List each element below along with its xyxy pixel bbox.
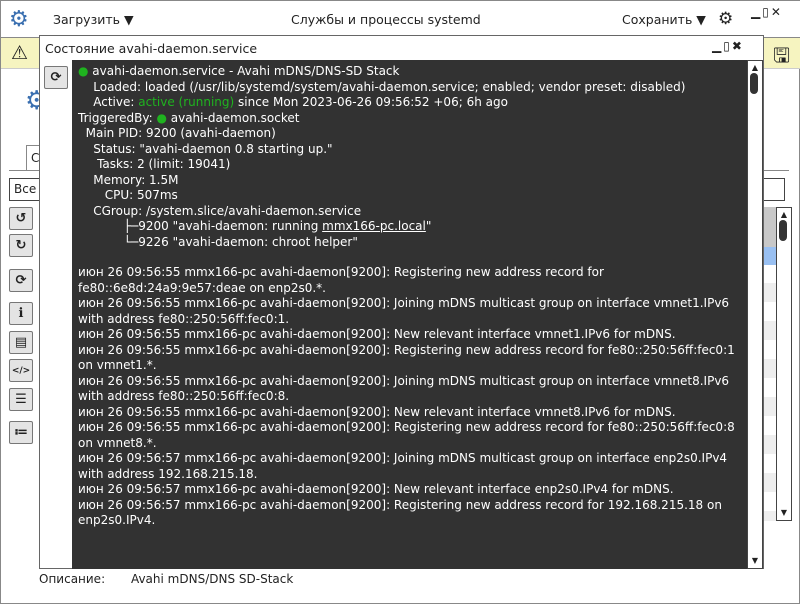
process-prefix: ├─9200 "avahi-daemon: running	[78, 219, 323, 233]
load-label: Загрузить	[53, 12, 120, 27]
document-button[interactable]: ▤	[9, 331, 33, 354]
log-line: июн 26 09:56:55 mmx166-pc avahi-daemon[9…	[78, 373, 730, 404]
log-line: июн 26 09:56:55 mmx166-pc avahi-daemon[9…	[78, 404, 676, 419]
loaded-line: Loaded: loaded (/usr/lib/systemd/system/…	[78, 79, 686, 94]
list-button[interactable]: ≔	[9, 421, 33, 444]
output-scrollbar[interactable]: ▲ ▼	[747, 60, 763, 569]
status-header: ● avahi-daemon.service - Avahi mDNS/DNS-…	[78, 64, 741, 80]
journal-log: июн 26 09:56:55 mmx166-pc avahi-daemon[9…	[78, 265, 741, 529]
load-menu[interactable]: Загрузить ▼	[53, 12, 134, 27]
reload-button[interactable]: ↻	[9, 234, 33, 257]
active-state: active (running)	[138, 95, 235, 109]
active-dot-icon: ●	[78, 64, 93, 78]
triggered-prefix: TriggeredBy:	[78, 110, 157, 125]
process-suffix: "	[425, 219, 432, 233]
title-bar: ⚙ Загрузить ▼ Службы и процессы systemd …	[1, 1, 800, 38]
save-label: Сохранить	[622, 12, 693, 27]
history-button[interactable]: ↺	[9, 207, 33, 230]
log-line: июн 26 09:56:57 mmx166-pc avahi-daemon[9…	[78, 451, 728, 481]
triggered-line: TriggeredBy: ● avahi-daemon.socket	[78, 111, 741, 127]
triggered-unit: avahi-daemon.socket	[170, 110, 300, 125]
window-title: Службы и процессы systemd	[291, 12, 481, 27]
refresh-button[interactable]: ⟳	[9, 269, 33, 292]
description-label: Описание:	[39, 572, 106, 586]
status-line: Status: "avahi-daemon 0.8 starting up."	[78, 141, 333, 156]
hostname-link[interactable]: mmx166-pc.local	[322, 219, 426, 233]
tasks-line: Tasks: 2 (limit: 19041)	[78, 157, 231, 171]
log-line: июн 26 09:56:55 mmx166-pc avahi-daemon[9…	[78, 420, 735, 450]
log-line: июн 26 09:56:57 mmx166-pc avahi-daemon[9…	[78, 482, 674, 496]
warning-icon: ⚠	[11, 42, 29, 64]
dialog-window-controls[interactable]: ▁▯✖	[712, 39, 744, 53]
reload-icon: ↻	[15, 238, 27, 253]
list-scrollbar[interactable]: ▲ ▼	[776, 207, 792, 521]
filter-value: Все	[14, 182, 37, 196]
code-file-button[interactable]: </>	[9, 359, 33, 382]
unit-header: avahi-daemon.service - Avahi mDNS/DNS-SD…	[92, 64, 400, 78]
info-button[interactable]: ℹ	[9, 302, 33, 325]
gears-icon: ⚙	[9, 7, 29, 32]
description-row: Описание: Avahi mDNS/DNS SD-Stack	[39, 572, 293, 586]
document-icon: ▤	[14, 335, 28, 350]
status-output[interactable]: ● avahi-daemon.service - Avahi mDNS/DNS-…	[72, 60, 747, 569]
cpu-line: CPU: 507ms	[78, 188, 178, 202]
process-line: ├─9200 "avahi-daemon: running mmx166-pc.…	[78, 219, 741, 235]
log-button[interactable]: ☰	[9, 388, 33, 411]
code-file-icon: </>	[11, 365, 31, 376]
history-icon: ↺	[15, 211, 27, 226]
main-pid-line: Main PID: 9200 (avahi-daemon)	[78, 126, 276, 140]
log-window-icon: ☰	[15, 392, 27, 407]
cgroup-line: CGroup: /system.slice/avahi-daemon.servi…	[78, 203, 362, 218]
log-line: июн 26 09:56:55 mmx166-pc avahi-daemon[9…	[78, 327, 676, 341]
refresh-icon: ⟳	[50, 70, 62, 85]
settings-gear-icon[interactable]: ⚙	[718, 9, 733, 29]
refresh-icon: ⟳	[15, 273, 27, 288]
active-suffix: since Mon 2023-06-26 09:56:52 +06; 6h ag…	[234, 95, 508, 109]
list-icon: ≔	[14, 425, 28, 440]
process-line: └─9226 "avahi-daemon: chroot helper"	[78, 234, 358, 249]
active-line: Active: active (running) since Mon 2023-…	[78, 95, 741, 111]
socket-dot-icon: ●	[156, 110, 171, 125]
log-line: июн 26 09:56:55 mmx166-pc avahi-daemon[9…	[78, 342, 735, 373]
active-prefix: Active:	[78, 95, 139, 109]
dialog-refresh-button[interactable]: ⟳	[44, 66, 68, 89]
memory-line: Memory: 1.5M	[78, 172, 179, 187]
info-icon: ℹ	[18, 306, 24, 321]
description-value: Avahi mDNS/DNS SD-Stack	[130, 572, 294, 586]
save-menu[interactable]: Сохранить ▼	[622, 12, 706, 27]
log-line: июн 26 09:56:55 mmx166-pc avahi-daemon[9…	[78, 296, 730, 326]
save-lock-icon[interactable]: 🖫	[773, 41, 790, 75]
window-controls[interactable]: ▁▯✕	[751, 5, 783, 19]
log-line: июн 26 09:56:57 mmx166-pc avahi-daemon[9…	[78, 497, 722, 528]
dialog-title: Состояние avahi-daemon.service	[45, 41, 258, 56]
status-dialog: Состояние avahi-daemon.service ▁▯✖ ⟳ ● a…	[39, 35, 764, 569]
log-line: июн 26 09:56:55 mmx166-pc avahi-daemon[9…	[78, 265, 604, 295]
